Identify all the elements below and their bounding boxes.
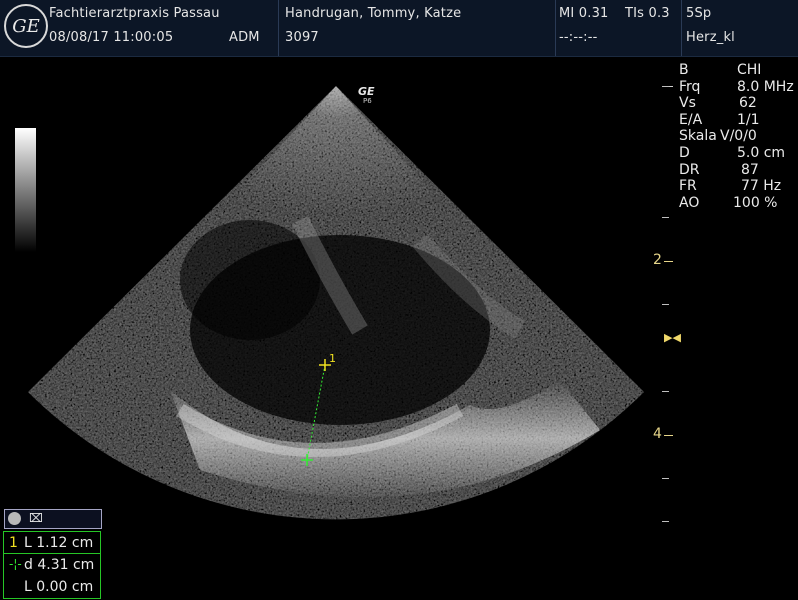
param-row: D 5.0 cm — [679, 145, 797, 162]
param-value: 5.0 cm — [737, 144, 786, 161]
probe-name: 5Sp — [686, 6, 712, 21]
clinic-name: Fachtierarztpraxis Passau — [49, 6, 220, 21]
param-row: Vs 62 — [679, 95, 797, 112]
cursor-tool-icon[interactable]: ⌧ — [29, 511, 43, 525]
grayscale-bar — [15, 128, 36, 252]
time-readout: --:--:-- — [559, 30, 598, 45]
depth-tick — [662, 217, 669, 218]
param-value: 100 % — [733, 194, 778, 211]
measurement-value: d 4.31 cm — [24, 557, 95, 573]
param-key: Vs — [679, 95, 696, 112]
depth-tick — [662, 521, 669, 522]
record-circle-icon[interactable] — [8, 512, 21, 525]
param-row: DR 87 — [679, 162, 797, 179]
measurement-value: L 1.12 cm — [24, 535, 94, 551]
param-key: E/A — [679, 111, 703, 128]
depth-tick — [662, 86, 669, 87]
operator-id: ADM — [229, 30, 260, 45]
ge-logo: GE — [4, 4, 48, 48]
param-key: D — [679, 144, 690, 161]
header-cell-probe: 5Sp Herz_kl — [682, 0, 798, 56]
exam-datetime: 08/08/17 11:00:05 — [49, 30, 174, 45]
measurement-marker: 1 — [9, 535, 18, 551]
header-cell-patient: Handrugan, Tommy, Katze 3097 — [279, 0, 556, 56]
measurement-row: L 0.00 cm — [4, 576, 100, 598]
measurement-value: L 0.00 cm — [24, 579, 94, 595]
param-row: Frq 8.0 MHz — [679, 79, 797, 96]
measurement-box-1: 1 L 1.12 cm — [3, 531, 101, 554]
param-row: FR 77 Hz — [679, 178, 797, 195]
param-value: CHI — [737, 62, 762, 78]
param-value: 1/1 — [737, 111, 760, 128]
header-bar: GE Fachtierarztpraxis Passau 08/08/17 11… — [0, 0, 798, 57]
measurement-box-2: -¦- d 4.31 cm L 0.00 cm — [3, 553, 101, 599]
param-key: FR — [679, 178, 697, 195]
depth-label-2: 2 — [653, 252, 662, 268]
header-cell-indices: MI 0.31 TIs 0.3 --:--:-- — [556, 0, 682, 56]
depth-major-tick — [664, 261, 673, 262]
param-value: V/0/0 — [720, 128, 757, 145]
param-key: AO — [679, 194, 700, 211]
measurement-toolbox: ⌧ — [4, 509, 102, 529]
preset-name: Herz_kl — [686, 30, 735, 45]
parameter-panel: B CHI Frq 8.0 MHz Vs 62 E/A 1/1 Skala V/0/0 D… — [664, 62, 797, 212]
caliper-cross-icon: -¦- — [9, 557, 22, 571]
depth-tick — [662, 391, 669, 392]
param-row: Skala V/0/0 — [679, 128, 797, 145]
header-cell-clinic: GE Fachtierarztpraxis Passau 08/08/17 11… — [0, 0, 279, 56]
depth-tick — [662, 304, 669, 305]
param-key: Frq — [679, 78, 701, 95]
param-row: E/A 1/1 — [679, 112, 797, 129]
depth-tick — [662, 478, 669, 479]
param-row: B CHI — [664, 62, 797, 87]
param-key: DR — [679, 161, 700, 178]
param-row: AO 100 % — [679, 195, 797, 212]
measurement-row: -¦- d 4.31 cm — [4, 554, 100, 576]
depth-label-4: 4 — [653, 426, 662, 442]
param-key: Skala — [679, 128, 717, 145]
caliper-1-label: 1 — [329, 352, 336, 365]
depth-major-tick — [664, 435, 673, 436]
measurement-row: 1 L 1.12 cm — [4, 532, 100, 554]
probe-sub-mark: P6 — [363, 97, 372, 105]
thermal-index: TIs 0.3 — [625, 6, 670, 21]
patient-id: 3097 — [285, 30, 319, 45]
patient-name: Handrugan, Tommy, Katze — [285, 6, 462, 21]
param-value: 87 — [741, 161, 759, 178]
param-value: 77 Hz — [741, 178, 782, 195]
focus-marker-icon[interactable]: ▶◀ — [664, 331, 681, 344]
param-value: 62 — [739, 95, 757, 112]
param-value: 8.0 MHz — [737, 78, 794, 95]
param-key: B — [679, 62, 689, 78]
mechanical-index: MI 0.31 — [559, 6, 609, 21]
